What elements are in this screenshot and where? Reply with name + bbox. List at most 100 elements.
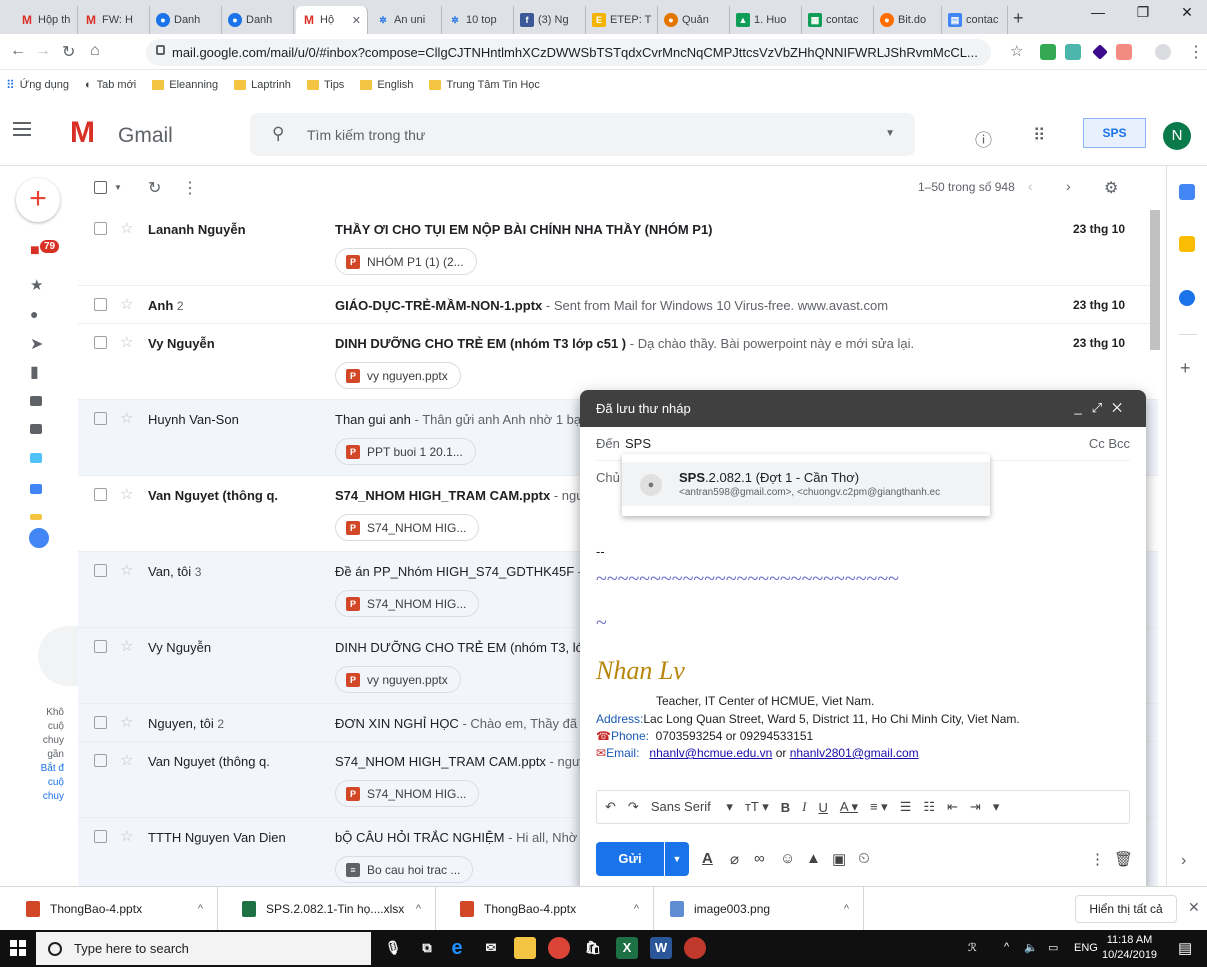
person-icon[interactable]: ℛ [968, 941, 977, 954]
apps-shortcut[interactable]: ⠿ Ứng dụng [6, 78, 69, 92]
close-downloads-icon[interactable]: ✕ [1188, 899, 1200, 916]
newer-page-icon[interactable]: ‹ [1028, 178, 1033, 194]
browser-tab[interactable]: E ETEP: T [586, 6, 658, 34]
browser-tab[interactable]: ● Bit.do [874, 6, 942, 34]
discard-draft-icon[interactable]: 🗑 [1114, 850, 1133, 868]
star-icon[interactable]: ☆ [120, 637, 133, 655]
more-formatting-icon[interactable]: ▾ [993, 799, 1000, 815]
back-icon[interactable]: ← [10, 42, 26, 60]
calendar-icon[interactable] [1179, 184, 1195, 200]
row-checkbox[interactable] [94, 564, 107, 577]
compose-header[interactable]: Đã lưu thư nháp _⤢✕ [580, 390, 1146, 427]
star-icon[interactable]: ☆ [120, 333, 133, 351]
select-menu-icon[interactable]: ▼ [114, 183, 122, 192]
row-checkbox[interactable] [94, 830, 107, 843]
extension-icon[interactable] [1065, 44, 1081, 60]
extension-icon[interactable] [1092, 44, 1108, 60]
row-checkbox[interactable] [94, 222, 107, 235]
row-checkbox[interactable] [94, 754, 107, 767]
send-button[interactable]: Gửi [596, 842, 664, 876]
browser-tab[interactable]: ● Quản [658, 6, 730, 34]
undo-icon[interactable]: ↶ [605, 799, 616, 815]
excel-icon[interactable]: X [616, 937, 638, 959]
extension-icon[interactable] [1040, 44, 1056, 60]
drafts-icon[interactable]: ▮ [30, 362, 39, 382]
browser-tab-active[interactable]: M Hộ ✕ [296, 6, 368, 34]
bookmark-folder[interactable]: Trung Tâm Tin Học [429, 79, 540, 91]
browser-tab[interactable]: ● Danh [222, 6, 294, 34]
browser-tab[interactable]: ✲ 10 top [442, 6, 514, 34]
align-icon[interactable]: ≡ ▾ [870, 799, 888, 815]
row-checkbox[interactable] [94, 412, 107, 425]
minimize-icon[interactable]: _ [1074, 400, 1091, 415]
attachment-chip[interactable]: P NHÓM P1 (1) (2... [335, 248, 477, 275]
language-indicator[interactable]: ENG [1074, 942, 1098, 954]
row-checkbox[interactable] [94, 640, 107, 653]
label-icon[interactable] [30, 514, 42, 520]
drive-icon[interactable]: ▲ [806, 850, 821, 867]
bookmark-item[interactable]: ◐ Tab mới [85, 79, 136, 91]
attachment-chip[interactable]: P PPT buoi 1 20.1... [335, 438, 476, 465]
settings-gear-icon[interactable]: ⚙ [1104, 178, 1118, 198]
chevron-up-icon[interactable]: ^ [634, 903, 639, 915]
extension-icon[interactable] [1116, 44, 1132, 60]
gmail-logo-text[interactable]: Gmail [118, 124, 173, 148]
browser-tab[interactable]: ✲ An uni [370, 6, 442, 34]
inbox-icon[interactable]: ■ [30, 242, 40, 260]
fullscreen-icon[interactable]: ⤢ [1092, 400, 1112, 415]
more-actions-icon[interactable]: ⋮ [182, 178, 198, 198]
word-icon[interactable]: W [650, 937, 672, 959]
gmail-logo-icon[interactable]: M [70, 116, 95, 150]
font-select[interactable]: Sans Serif ▾ [651, 799, 733, 815]
chevron-up-icon[interactable]: ^ [198, 903, 203, 915]
close-icon[interactable]: ✕ [1112, 400, 1132, 415]
download-item[interactable]: image003.png ^ [654, 887, 864, 931]
label-icon[interactable] [30, 424, 42, 434]
recipient-suggestion[interactable]: ● SPS.2.082.1 (Đợt 1 - Cần Thơ) <antran5… [622, 454, 990, 516]
address-bar[interactable]: mail.google.com/mail/u/0/#inbox?compose=… [146, 39, 991, 66]
profile-icon[interactable] [1155, 44, 1171, 60]
to-input[interactable]: SPS [625, 436, 651, 451]
close-window-button[interactable]: ✕ [1167, 4, 1207, 21]
edge-icon[interactable]: e [446, 937, 468, 959]
search-options-icon[interactable]: ▼ [885, 128, 895, 139]
row-checkbox[interactable] [94, 488, 107, 501]
expand-panel-icon[interactable]: › [1181, 852, 1186, 870]
browser-tab[interactable]: f (3) Ng [514, 6, 586, 34]
label-icon[interactable] [30, 484, 42, 494]
formatting-options-icon[interactable]: A [702, 850, 713, 867]
numbered-list-icon[interactable]: ☰ [900, 799, 912, 815]
help-icon[interactable]: ⓘ [975, 126, 992, 151]
attachment-chip[interactable]: Pvy nguyen.pptx [335, 666, 461, 693]
more-options-icon[interactable]: ⋮ [1090, 850, 1105, 868]
maximize-button[interactable]: ❐ [1123, 4, 1163, 21]
indent-less-icon[interactable]: ⇤ [947, 799, 958, 815]
photo-icon[interactable]: ▣ [832, 850, 846, 868]
chevron-up-icon[interactable]: ^ [416, 903, 421, 915]
close-tab-icon[interactable]: ✕ [352, 14, 361, 27]
task-view-icon[interactable]: ⧉ [416, 937, 438, 959]
email-row[interactable]: ☆ Lananh Nguyễn THẦY ƠI CHO TỤI EM NỘP B… [78, 210, 1158, 286]
redo-icon[interactable]: ↷ [628, 799, 639, 815]
keep-icon[interactable] [1179, 236, 1195, 252]
row-checkbox[interactable] [94, 336, 107, 349]
search-icon[interactable]: ⚲ [272, 124, 284, 144]
attachment-chip[interactable]: P S74_NHOM HIG... [335, 514, 480, 541]
bookmark-folder[interactable]: Tips [306, 79, 344, 91]
tasks-icon[interactable] [1179, 290, 1195, 306]
underline-icon[interactable]: U [818, 800, 827, 815]
attachment-chip[interactable]: P S74_NHOM HIG... [335, 590, 480, 617]
older-page-icon[interactable]: › [1066, 178, 1071, 194]
star-icon[interactable]: ☆ [120, 485, 133, 503]
show-all-downloads-button[interactable]: Hiển thị tất cả [1075, 895, 1177, 923]
star-icon[interactable]: ☆ [120, 219, 133, 237]
confidential-icon[interactable]: ⏲ [858, 850, 870, 867]
message-body[interactable]: -- ~~~~~~~~~~~~~~~~~~~~~~~~~~~~ ~ Nhan L… [596, 530, 1130, 790]
tray-expand-icon[interactable]: ^ [1004, 941, 1009, 953]
emoji-icon[interactable]: ☺ [780, 850, 795, 867]
chevron-up-icon[interactable]: ^ [844, 903, 849, 915]
download-item[interactable]: SPS.2.082.1-Tin họ....xlsx ^ [218, 887, 436, 931]
store-icon[interactable]: 🛍 [582, 937, 604, 959]
star-icon[interactable]: ☆ [120, 409, 133, 427]
browser-tab[interactable]: M Hộp th [14, 6, 78, 34]
